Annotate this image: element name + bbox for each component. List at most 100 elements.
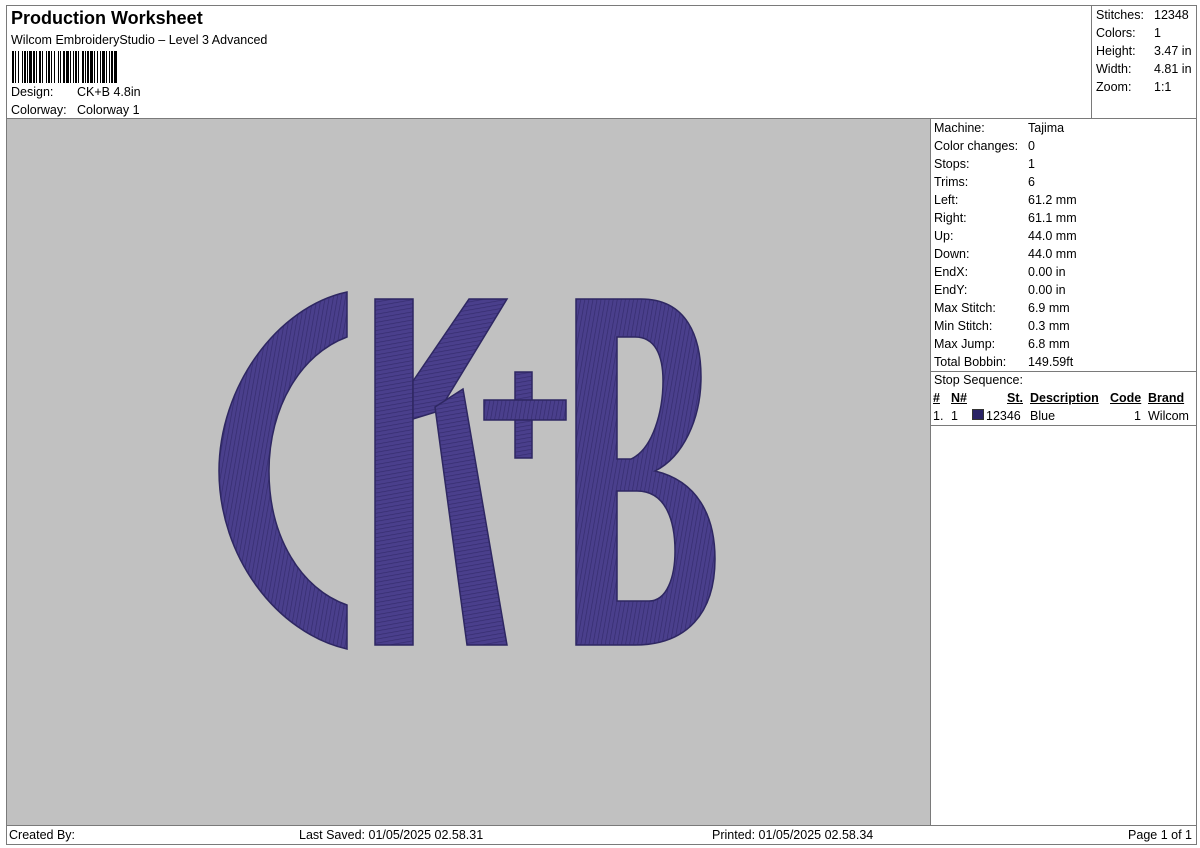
summary-height: Height: 3.47 in [1096,44,1192,58]
col-header-needle: N# [951,391,967,405]
row-brand: Wilcom [1148,409,1189,423]
summary-value: 12348 [1154,8,1189,22]
col-header-stitches: St. [1007,391,1023,405]
summary-label: Width: [1096,62,1132,76]
worksheet-title: Production Worksheet [11,8,203,28]
barcode-bar [66,51,69,83]
embroidery-design [218,291,716,650]
info-value: 44.0 mm [1028,247,1077,261]
info-machine: Machine: Tajima [934,121,1064,135]
info-label: Max Jump: [934,337,996,351]
info-value: 6.9 mm [1028,301,1070,315]
plus-horizontal [483,399,567,421]
barcode-bar [42,51,43,83]
summary-label: Stitches: [1096,8,1144,22]
barcode-image [12,51,117,83]
info-label: Total Bobbin: [934,355,1007,369]
barcode-bar [114,51,117,83]
info-label: Machine: [934,121,985,135]
info-value: 149.59ft [1028,355,1074,369]
info-value: 6 [1028,175,1035,189]
barcode-bar [22,51,23,83]
last-saved: Last Saved: 01/05/2025 02.58.31 [299,828,484,842]
design-row: Design: CK+B 4.8in [11,85,141,99]
divider [931,425,1196,426]
info-stops: Stops: 1 [934,157,1035,171]
info-label: Min Stitch: [934,319,993,333]
info-value: 0.3 mm [1028,319,1070,333]
barcode-bar [58,51,59,83]
info-value: 61.1 mm [1028,211,1077,225]
info-endy: EndY: 0.00 in [934,283,1066,297]
page-number: Page 1 of 1 [1128,828,1192,842]
info-value: 61.2 mm [1028,193,1077,207]
letter-k-stem [374,298,414,646]
info-color-changes: Color changes: 0 [934,139,1035,153]
summary-width: Width: 4.81 in [1096,62,1192,76]
barcode-bar [82,51,84,83]
row-needle: 1 [951,409,958,423]
info-value: 6.8 mm [1028,337,1070,351]
row-description: Blue [1030,409,1056,423]
thread-color-swatch [972,409,984,420]
info-left: Left: 61.2 mm [934,193,1077,207]
barcode-bar [39,51,41,83]
printed-date: Printed: 01/05/2025 02.58.34 [712,828,874,842]
row-num: 1. [933,409,944,423]
design-value: CK+B 4.8in [77,85,141,99]
info-min-stitch: Min Stitch: 0.3 mm [934,319,1070,333]
design-label: Design: [11,85,54,99]
col-header-description: Description [1030,391,1099,405]
info-value: 44.0 mm [1028,229,1077,243]
summary-stitches: Stitches: 12348 [1096,8,1189,22]
barcode-bar [73,51,74,83]
colorway-label: Colorway: [11,103,67,117]
info-label: Max Stitch: [934,301,996,315]
stop-sequence-title: Stop Sequence: [934,373,1023,387]
info-label: Right: [934,211,967,225]
barcode-bar [100,51,101,83]
info-value: 0 [1028,139,1035,153]
barcode-bar [54,51,55,83]
barcode-bar [27,51,28,83]
info-value: 1 [1028,157,1035,171]
info-right: Right: 61.1 mm [934,211,1077,225]
info-label: Trims: [934,175,969,189]
barcode-bar [90,51,93,83]
summary-zoom: Zoom: 1:1 [1096,80,1171,94]
letter-k-lower-leg [434,387,508,646]
summary-value: 1 [1154,26,1161,40]
letter-b [575,298,716,646]
barcode-bar [36,51,37,83]
barcode-bar [18,51,19,83]
barcode-bar [24,51,26,83]
info-label: Color changes: [934,139,1019,153]
worksheet-footer: Created By: Last Saved: 01/05/2025 02.58… [6,825,1197,845]
colorway-row: Colorway: Colorway 1 [11,103,140,117]
info-label: Up: [934,229,954,243]
info-trims: Trims: 6 [934,175,1035,189]
barcode-bar [85,51,86,83]
summary-panel: Stitches: 12348 Colors: 1 Height: 3.47 in W… [1091,5,1197,119]
barcode-bar [87,51,89,83]
barcode-bar [29,51,32,83]
info-value: Tajima [1028,121,1065,135]
barcode-bar [94,51,95,83]
created-by: Created By: [9,828,76,842]
barcode-bar [106,51,107,83]
barcode-bar [12,51,14,83]
row-code: 1 [1134,409,1141,423]
info-endx: EndX: 0.00 in [934,265,1066,279]
barcode-bar [102,51,105,83]
summary-label: Colors: [1096,26,1136,40]
design-text-ck-b [218,291,716,650]
barcode-bar [111,51,113,83]
info-down: Down: 44.0 mm [934,247,1077,261]
barcode-bar [60,51,61,83]
summary-value: 1:1 [1154,80,1172,94]
barcode-bar [15,51,16,83]
barcode-bar [46,51,47,83]
info-value: 0.00 in [1028,265,1066,279]
row-stitches: 12346 [986,409,1021,423]
divider [931,371,1196,372]
